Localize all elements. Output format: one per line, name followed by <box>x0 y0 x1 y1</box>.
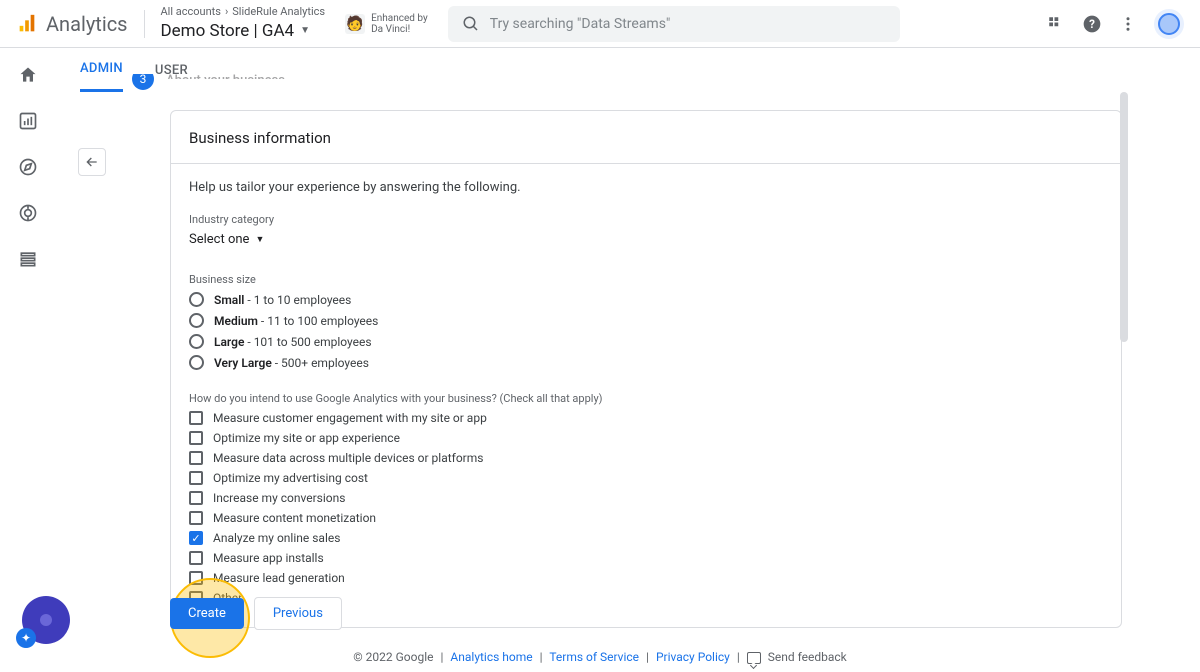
business-info-card: Business information Help us tailor your… <box>170 110 1122 628</box>
breadcrumb-account: SlideRule Analytics <box>232 5 325 19</box>
checkbox-label: Measure customer engagement with my site… <box>213 411 487 425</box>
radio-very-large[interactable]: Very Large - 500+ employees <box>189 355 1103 370</box>
search-icon <box>462 15 480 33</box>
card-title: Business information <box>171 111 1121 164</box>
search-box[interactable]: Try searching "Data Streams" <box>448 6 900 42</box>
header-right: ? <box>1046 9 1184 39</box>
industry-label: Industry category <box>189 213 1103 226</box>
reports-icon[interactable] <box>17 110 39 132</box>
step-header: 3 About your business <box>132 74 1122 92</box>
checkbox-icon <box>189 471 203 485</box>
davinci-icon: 🧑 <box>345 14 365 34</box>
industry-select[interactable]: Select one ▼ <box>189 232 1103 247</box>
checkbox-intent-5[interactable]: Measure content monetization <box>189 511 1103 525</box>
caret-down-icon: ▼ <box>300 24 310 37</box>
checkbox-label: Optimize my advertising cost <box>213 471 368 485</box>
home-icon[interactable] <box>17 64 39 86</box>
help-icon[interactable]: ? <box>1082 14 1102 34</box>
intent-label: How do you intend to use Google Analytic… <box>189 392 1103 405</box>
advertising-icon[interactable] <box>17 202 39 224</box>
checkbox-icon: ✓ <box>189 531 203 545</box>
chevron-right-icon: › <box>225 5 228 19</box>
tab-admin[interactable]: ADMIN <box>80 48 123 92</box>
business-size-label: Business size <box>189 273 1103 286</box>
feedback-icon <box>747 652 761 664</box>
divider <box>144 10 145 38</box>
checkbox-intent-7[interactable]: Measure app installs <box>189 551 1103 565</box>
checkbox-label: Analyze my online sales <box>213 531 340 545</box>
copyright: © 2022 Google <box>353 650 433 664</box>
intent-checkboxes: Measure customer engagement with my site… <box>189 411 1103 605</box>
step-title: About your business <box>166 74 285 79</box>
back-button[interactable] <box>78 148 106 176</box>
checkbox-icon <box>189 511 203 525</box>
fab-dot-icon <box>40 614 52 626</box>
side-nav <box>0 48 56 672</box>
enhanced-text: Enhanced by Da Vinci! <box>371 13 428 35</box>
checkbox-icon <box>189 451 203 465</box>
radio-medium[interactable]: Medium - 11 to 100 employees <box>189 313 1103 328</box>
checkbox-icon <box>189 571 203 585</box>
logo-section[interactable]: Analytics <box>16 12 128 36</box>
user-avatar[interactable] <box>1154 9 1184 39</box>
breadcrumb-all: All accounts <box>161 5 221 19</box>
apps-icon[interactable] <box>1046 14 1066 34</box>
scrollbar[interactable] <box>1120 92 1128 342</box>
action-buttons: Create Previous <box>170 597 342 630</box>
checkbox-intent-2[interactable]: Measure data across multiple devices or … <box>189 451 1103 465</box>
more-vert-icon[interactable] <box>1118 14 1138 34</box>
link-send-feedback[interactable]: Send feedback <box>768 650 847 664</box>
arrow-left-icon <box>84 154 100 170</box>
footer: © 2022 Google | Analytics home | Terms o… <box>0 650 1200 664</box>
checkbox-label: Optimize my site or app experience <box>213 431 400 445</box>
checkbox-label: Measure app installs <box>213 551 324 565</box>
checkbox-icon <box>189 491 203 505</box>
checkbox-intent-8[interactable]: Measure lead generation <box>189 571 1103 585</box>
configure-icon[interactable] <box>17 248 39 270</box>
checkbox-label: Measure lead generation <box>213 571 345 585</box>
checkbox-label: Measure data across multiple devices or … <box>213 451 483 465</box>
checkbox-intent-4[interactable]: Increase my conversions <box>189 491 1103 505</box>
industry-value: Select one <box>189 232 249 247</box>
previous-button[interactable]: Previous <box>254 597 342 630</box>
step-number-badge: 3 <box>132 74 154 90</box>
checkbox-icon <box>189 431 203 445</box>
link-analytics-home[interactable]: Analytics home <box>450 650 532 664</box>
checkbox-label: Increase my conversions <box>213 491 345 505</box>
breadcrumb: All accounts › SlideRule Analytics <box>161 5 326 19</box>
radio-icon <box>189 313 204 328</box>
explore-icon[interactable] <box>17 156 39 178</box>
checkbox-icon <box>189 551 203 565</box>
radio-icon <box>189 292 204 307</box>
logo-text: Analytics <box>46 12 128 36</box>
checkbox-icon <box>189 411 203 425</box>
property-name: Demo Store | GA4 <box>161 20 295 42</box>
link-terms[interactable]: Terms of Service <box>549 650 639 664</box>
svg-text:?: ? <box>1089 17 1095 31</box>
checkbox-intent-0[interactable]: Measure customer engagement with my site… <box>189 411 1103 425</box>
help-text: Help us tailor your experience by answer… <box>189 180 1103 195</box>
caret-down-icon: ▼ <box>255 234 264 245</box>
link-privacy[interactable]: Privacy Policy <box>656 650 730 664</box>
business-size-radios: Small - 1 to 10 employees Medium - 11 to… <box>189 292 1103 370</box>
radio-icon <box>189 355 204 370</box>
search-placeholder: Try searching "Data Streams" <box>490 16 671 32</box>
radio-large[interactable]: Large - 101 to 500 employees <box>189 334 1103 349</box>
main-content: 3 About your business Business informati… <box>132 74 1122 636</box>
account-selector[interactable]: All accounts › SlideRule Analytics Demo … <box>161 5 326 41</box>
fab-sub-icon[interactable]: ✦ <box>16 628 36 648</box>
enhanced-badge[interactable]: 🧑 Enhanced by Da Vinci! <box>345 13 428 35</box>
checkbox-intent-6[interactable]: ✓ Analyze my online sales <box>189 531 1103 545</box>
radio-icon <box>189 334 204 349</box>
analytics-logo-icon <box>16 13 38 35</box>
checkbox-intent-3[interactable]: Optimize my advertising cost <box>189 471 1103 485</box>
checkbox-intent-1[interactable]: Optimize my site or app experience <box>189 431 1103 445</box>
create-button[interactable]: Create <box>170 598 244 629</box>
top-header: Analytics All accounts › SlideRule Analy… <box>0 0 1200 48</box>
radio-small[interactable]: Small - 1 to 10 employees <box>189 292 1103 307</box>
checkbox-label: Measure content monetization <box>213 511 376 525</box>
